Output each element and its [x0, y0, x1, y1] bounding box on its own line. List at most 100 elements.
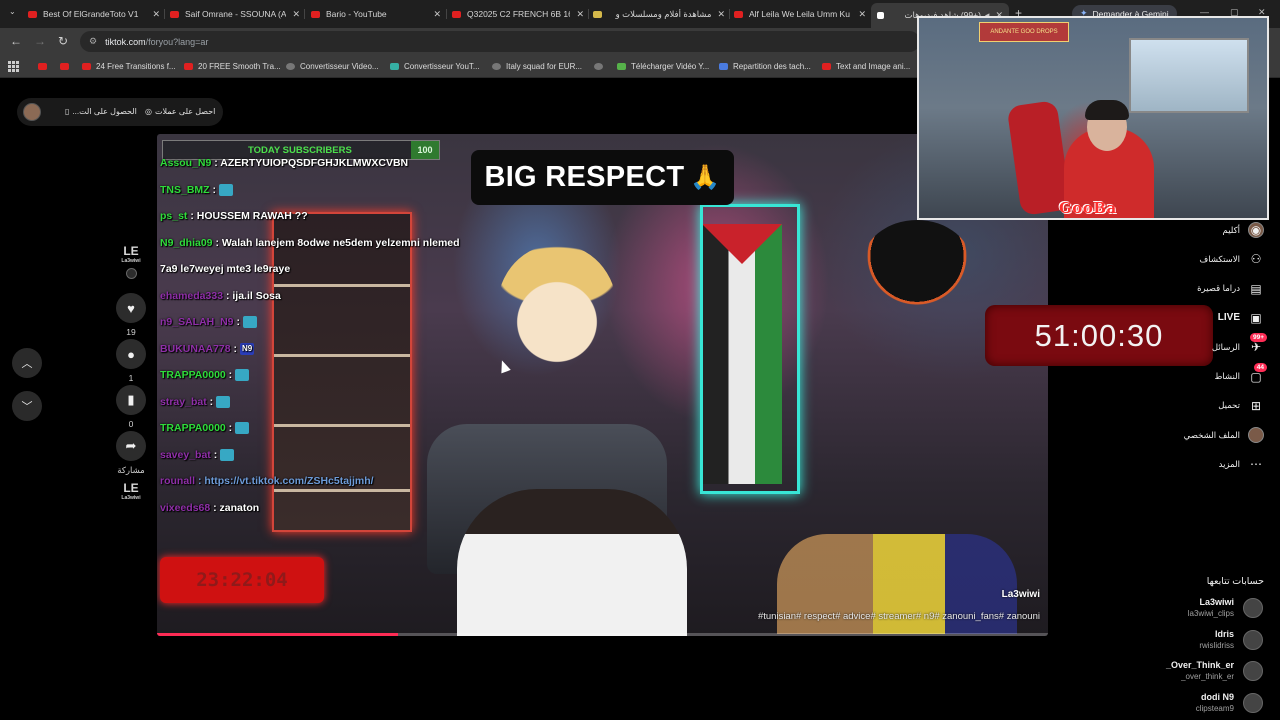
- chat-message: 7a9 le7weyej mte3 le9raye: [160, 262, 480, 289]
- sidebar-item-label: النشاط: [1214, 371, 1240, 381]
- tab-search-chevron-icon[interactable]: ⌄: [9, 7, 16, 16]
- headline-banner: BIG RESPECT 🙏: [471, 150, 734, 205]
- sidebar-item-upload[interactable]: تحميل ⊞: [1218, 397, 1264, 415]
- followed-account[interactable]: Idris rwislidriss: [1116, 626, 1266, 654]
- sidebar-item-label: الملف الشخصي: [1183, 429, 1240, 440]
- tab-best-of-elgrandetoto[interactable]: Best Of ElGrandeToto V1 ✕: [28, 4, 160, 24]
- tab-arabic-movies[interactable]: مشاهدة أفلام ومسلسلات و ✕: [593, 4, 725, 24]
- next-video-button[interactable]: ﹀: [12, 391, 42, 421]
- tab-alf-leila[interactable]: Alf Leila We Leila Umm Ku ✕: [734, 4, 866, 24]
- emote-icon: [219, 183, 234, 196]
- get-coins-link[interactable]: احصل على عملات ◎: [145, 107, 215, 116]
- close-tab-icon[interactable]: ✕: [576, 9, 584, 20]
- account-name: Idris: [1214, 628, 1234, 639]
- tab-bario-youtube[interactable]: Bario - YouTube ✕: [311, 4, 441, 24]
- tab-q32025-french[interactable]: Q32025 C2 FRENCH 6B 16 ✕: [452, 4, 584, 24]
- webcam-banner: ANDANTE GOO DROPS: [979, 22, 1069, 42]
- creator-avatar[interactable]: LE La3wiwi: [118, 244, 144, 266]
- chat-message: rounall : https://vt.tiktok.com/ZSHc5taj…: [160, 474, 480, 501]
- sidebar-item-label: الاستكشاف: [1199, 253, 1240, 264]
- youtube-icon: [28, 10, 37, 18]
- youtube-icon: [822, 63, 831, 70]
- followed-account[interactable]: dodi N9 clipsteam9: [1116, 689, 1266, 717]
- promo-bar: الحصول على الت... ▯ احصل على عملات ◎: [17, 98, 223, 126]
- docs-icon: [719, 63, 728, 70]
- video-player[interactable]: TODAY SUBSCRIBERS 100 Assou_N9 : AZERTYU…: [157, 134, 1048, 636]
- back-arrow-icon[interactable]: ←: [10, 35, 22, 47]
- like-count: 19: [126, 327, 136, 337]
- author-watermark: La3wiwi: [1001, 589, 1040, 600]
- chat-username: ehameda333: [160, 289, 224, 302]
- get-app-link[interactable]: الحصول على الت... ▯: [65, 107, 137, 116]
- close-tab-icon[interactable]: ✕: [292, 9, 300, 20]
- bookmark-smooth-transitions[interactable]: 20 FREE Smooth Tra...: [184, 60, 281, 73]
- more-icon: ⋯: [1250, 457, 1262, 472]
- like-button[interactable]: ♥: [116, 293, 146, 323]
- emote-icon: [235, 369, 250, 382]
- chat-text: :: [233, 342, 238, 355]
- chat-username: TNS_BMZ: [160, 183, 210, 196]
- followed-account[interactable]: La3wiwi la3wiwi_clips: [1116, 594, 1266, 622]
- bookmark-italy-squad[interactable]: Italy squad for EUR...: [492, 60, 582, 73]
- mouse-cursor-icon: [497, 358, 511, 374]
- bookmark-globe[interactable]: [594, 60, 608, 73]
- close-tab-icon[interactable]: ✕: [858, 9, 866, 20]
- sidebar-item-more[interactable]: المزيد ⋯: [1219, 455, 1264, 473]
- video-progress-bar[interactable]: [157, 633, 1048, 636]
- n9-badge-icon: N9: [240, 342, 255, 355]
- url-input[interactable]: ⚙ tiktok.com/foryou?lang=ar: [80, 31, 920, 52]
- chat-message: vixeeds68 : zanaton: [160, 501, 480, 528]
- share-label: مشاركة: [117, 465, 145, 475]
- tab-saif-omrane[interactable]: Saif Omrane - SSOUNA (A ✕: [170, 4, 300, 24]
- bookmark-convertisseur-youtube[interactable]: Convertisseur YouT...: [390, 60, 480, 73]
- emote-icon: [235, 422, 250, 435]
- youtube-icon: [38, 63, 47, 70]
- close-tab-icon[interactable]: ✕: [152, 9, 160, 20]
- chat-message: TRAPPA0000 :: [160, 421, 480, 448]
- sidebar-item-activity[interactable]: النشاط ▢ 44: [1214, 362, 1267, 386]
- follow-button[interactable]: [125, 268, 137, 279]
- site-settings-icon[interactable]: ⚙: [89, 36, 97, 47]
- converter-icon: [390, 63, 399, 70]
- account-handle: rwislidriss: [1199, 640, 1234, 650]
- sidebar-item-message[interactable]: الرسائل ✈ 99+: [1211, 333, 1267, 356]
- bookmark-text-image[interactable]: Text and Image ani...: [822, 60, 910, 73]
- chat-message: ps_st : HOUSSEM RAWAH ??: [160, 209, 480, 236]
- chevron-up-icon: ︿: [21, 358, 33, 370]
- forward-arrow-icon[interactable]: →: [34, 35, 46, 47]
- sidebar-item-compass[interactable]: أكليم ◉: [1223, 221, 1264, 239]
- bookmark-youtube-1[interactable]: [38, 60, 52, 73]
- sidebar-item-film[interactable]: دراما قصيرة ▤: [1197, 280, 1264, 298]
- bookmark-telecharger-video[interactable]: Télécharger Vidéo Y...: [617, 60, 709, 73]
- followed-account[interactable]: _Over_Think_er _over_think_er: [1116, 657, 1266, 685]
- chat-text: : AZERTYUIOPQSDFGHJKLMWXCVBN: [214, 157, 409, 169]
- notification-badge: 44: [1253, 362, 1267, 372]
- chat-text: :: [209, 395, 214, 408]
- chat-text: : HOUSSEM RAWAH ??: [190, 210, 308, 222]
- share-button[interactable]: ➦: [116, 431, 146, 461]
- apps-grid-icon[interactable]: [8, 61, 19, 72]
- account-name: dodi N9: [1201, 691, 1234, 702]
- bookmark-convertisseur-video[interactable]: Convertisseur Video...: [286, 60, 379, 73]
- close-tab-icon[interactable]: ✕: [717, 9, 725, 20]
- following-accounts-title: حسابات تتابعها: [1206, 576, 1264, 587]
- avatar[interactable]: [23, 103, 41, 121]
- sidebar-item-live[interactable]: LIVE ▣: [1218, 309, 1264, 327]
- globe-icon: [594, 63, 603, 70]
- close-tab-icon[interactable]: ✕: [433, 9, 441, 20]
- sidebar-item-people[interactable]: الاستكشاف ⚇: [1199, 250, 1264, 268]
- account-name: _Over_Think_er: [1165, 660, 1234, 670]
- previous-video-button[interactable]: ︿: [12, 348, 42, 378]
- chat-text: :: [228, 422, 233, 434]
- bookmark-youtube-2[interactable]: [60, 60, 74, 73]
- music-disc-icon[interactable]: LE La3wiwi: [118, 481, 144, 503]
- chat-message: N9_dhia09 : Walah lanejem 8odwe ne5dem y…: [160, 236, 480, 263]
- sidebar-item-label: الرسائل: [1211, 341, 1240, 352]
- hashtags-line[interactable]: tunisian# respect# advice# streamer# n9#…: [758, 611, 1040, 622]
- sidebar-item-profile[interactable]: الملف الشخصي: [1184, 426, 1264, 444]
- bookmark-repartition[interactable]: Repartition des tach...: [719, 60, 811, 73]
- comment-button[interactable]: ●: [116, 339, 146, 369]
- bookmark-transitions[interactable]: 24 Free Transitions f...: [82, 60, 176, 73]
- save-button[interactable]: ▮: [116, 385, 146, 415]
- reload-icon[interactable]: ↻: [58, 35, 68, 47]
